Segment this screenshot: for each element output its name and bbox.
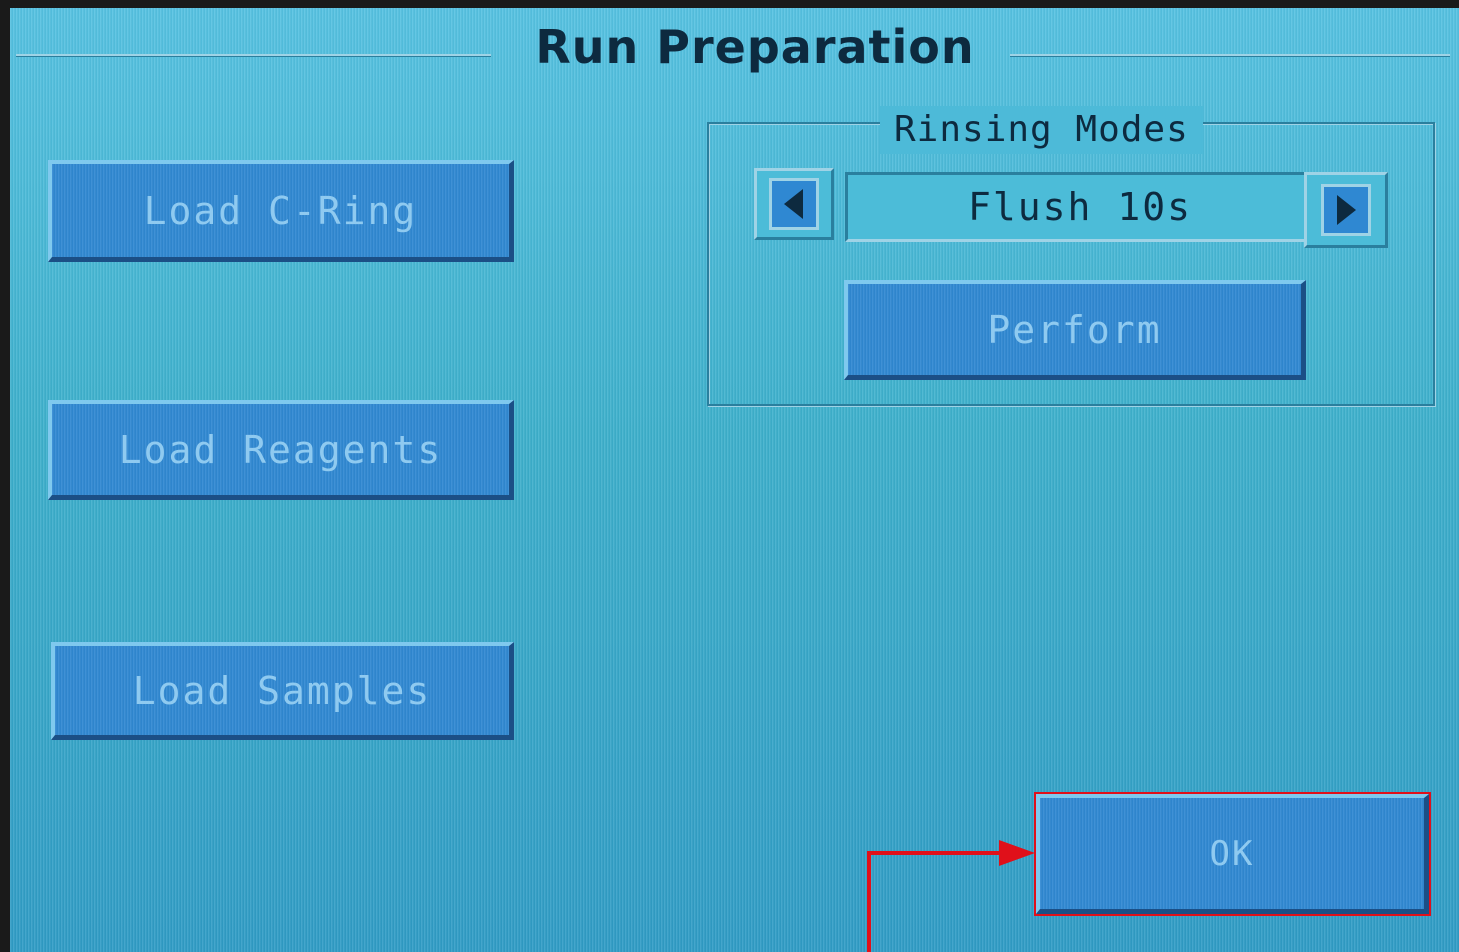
title-rule-right	[1010, 54, 1450, 57]
rinsing-mode-value: Flush 10s	[845, 172, 1315, 242]
rinsing-modes-label: Rinsing Modes	[880, 106, 1203, 154]
triangle-right-icon	[1337, 195, 1356, 225]
load-reagents-button[interactable]: Load Reagents	[48, 400, 514, 500]
pointer-line-vertical	[867, 851, 871, 952]
perform-button[interactable]: Perform	[844, 280, 1306, 380]
ok-highlight-frame	[1034, 792, 1431, 916]
previous-mode-button[interactable]	[754, 168, 834, 240]
title-rule-left	[16, 54, 491, 57]
load-c-ring-button[interactable]: Load C-Ring	[48, 160, 514, 262]
page-title: Run Preparation	[535, 20, 975, 74]
pointer-line-horizontal	[867, 851, 1001, 855]
load-samples-button[interactable]: Load Samples	[51, 642, 514, 740]
touch-screen: Run Preparation Load C-Ring Load Reagent…	[10, 8, 1459, 952]
triangle-left-icon	[784, 189, 803, 219]
arrow-pointer-icon	[999, 840, 1035, 866]
next-mode-button[interactable]	[1304, 172, 1388, 248]
